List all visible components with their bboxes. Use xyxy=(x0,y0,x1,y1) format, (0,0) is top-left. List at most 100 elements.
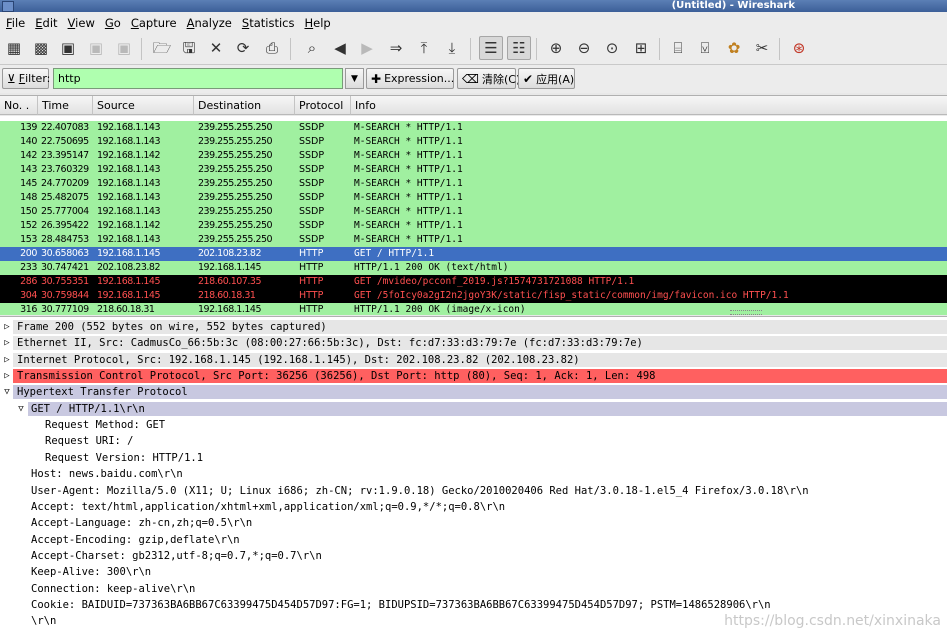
print-icon[interactable]: ⎙ xyxy=(261,37,283,59)
clear-filter-button[interactable]: ⌫ 清除(C) xyxy=(457,68,520,89)
menu-capture[interactable]: Capture xyxy=(127,16,183,30)
packet-cell-time: 30.777109 xyxy=(41,304,89,315)
toolbar-separator xyxy=(779,38,780,60)
go-first-packet-icon[interactable]: ⤒ xyxy=(413,37,435,59)
restart-capture-icon[interactable]: ▣ xyxy=(113,37,135,59)
expander-open-icon[interactable]: ▽ xyxy=(16,401,26,417)
menu-go[interactable]: Go xyxy=(101,16,127,30)
window-menu-icon[interactable] xyxy=(2,1,14,12)
interface-list-icon[interactable]: ▦ xyxy=(3,37,25,59)
detail-tree-row[interactable]: ▽ Hypertext Transfer Protocol xyxy=(0,384,947,400)
column-header-source[interactable]: Source xyxy=(93,96,194,115)
menu-edit[interactable]: Edit xyxy=(31,16,63,30)
packet-row[interactable]: 139 22.407083 192.168.1.143 239.255.255.250… xyxy=(0,121,947,135)
packet-row[interactable]: 316 30.777109 218.60.18.31 192.168.1.145 HTT… xyxy=(0,303,947,315)
menu-file[interactable]: File xyxy=(2,16,31,30)
packet-cell-src: 192.168.1.145 xyxy=(97,276,161,287)
expander-closed-icon[interactable]: ▷ xyxy=(2,319,12,335)
packet-row[interactable]: 200 30.658063 192.168.1.145 202.108.23.82 HT… xyxy=(0,247,947,261)
detail-tree-row[interactable]: Host: news.baidu.com\r\n xyxy=(0,466,947,482)
detail-tree-row[interactable]: User-Agent: Mozilla/5.0 (X11; U; Linux i… xyxy=(0,483,947,499)
detail-tree-row[interactable]: Cookie: BAIDUID=737363BA6BB67C63399475D4… xyxy=(0,597,947,613)
stop-capture-icon[interactable]: ▣ xyxy=(85,37,107,59)
filter-history-dropdown[interactable]: ▼ xyxy=(345,68,364,89)
detail-tree-row[interactable]: Accept: text/html,application/xhtml+xml,… xyxy=(0,499,947,515)
packet-row[interactable]: 286 30.755351 192.168.1.145 218.60.107.35 HT… xyxy=(0,275,947,289)
go-last-packet-icon[interactable]: ⤓ xyxy=(441,37,463,59)
detail-tree-row[interactable]: Request Version: HTTP/1.1 xyxy=(0,450,947,466)
detail-tree-row[interactable]: ▷ Transmission Control Protocol, Src Port… xyxy=(0,368,947,384)
pane-splitter-grip[interactable] xyxy=(730,310,762,315)
packet-cell-no: 233 xyxy=(20,262,37,273)
detail-tree-row[interactable]: ▷ Ethernet II, Src: CadmusCo_66:5b:3c (08… xyxy=(0,335,947,351)
detail-tree-row[interactable]: Keep-Alive: 300\r\n xyxy=(0,564,947,580)
packet-row[interactable]: 148 25.482075 192.168.1.143 239.255.255.250… xyxy=(0,191,947,205)
save-icon[interactable]: 🖫 xyxy=(178,37,200,59)
close-icon[interactable]: ✕ xyxy=(205,37,227,59)
detail-tree-row[interactable]: Accept-Language: zh-cn,zh;q=0.5\r\n xyxy=(0,515,947,531)
menu-analyze[interactable]: Analyze xyxy=(183,16,238,30)
capture-options-icon[interactable]: ▩ xyxy=(30,37,52,59)
detail-tree-row[interactable]: Connection: keep-alive\r\n xyxy=(0,581,947,597)
packet-row[interactable]: 304 30.759844 192.168.1.145 218.60.18.31 HTT… xyxy=(0,289,947,303)
zoom-out-icon[interactable]: ⊖ xyxy=(573,37,595,59)
packet-cell-info: M-SEARCH * HTTP/1.1 xyxy=(354,192,463,203)
zoom-normal-icon[interactable]: ⊙ xyxy=(601,37,623,59)
packet-cell-dst: 239.255.255.250 xyxy=(198,178,273,189)
menu-statistics[interactable]: Statistics xyxy=(238,16,301,30)
reload-icon[interactable]: ⟳ xyxy=(232,37,254,59)
detail-tree-row[interactable]: Request Method: GET xyxy=(0,417,947,433)
toolbar-separator xyxy=(536,38,537,60)
menu-view[interactable]: View xyxy=(64,16,101,30)
detail-tree-row[interactable]: ▷ Internet Protocol, Src: 192.168.1.145 (… xyxy=(0,352,947,368)
column-header-destination[interactable]: Destination xyxy=(194,96,295,115)
packet-row[interactable]: 145 24.770209 192.168.1.143 239.255.255.250… xyxy=(0,177,947,191)
auto-scroll-icon[interactable]: ☷ xyxy=(507,36,531,60)
packet-row[interactable]: 140 22.750695 192.168.1.143 239.255.255.250… xyxy=(0,135,947,149)
packet-row[interactable]: 142 23.395147 192.168.1.142 239.255.255.250… xyxy=(0,149,947,163)
go-back-icon[interactable]: ◀ xyxy=(329,37,351,59)
detail-tree-row[interactable]: Accept-Encoding: gzip,deflate\r\n xyxy=(0,532,947,548)
detail-tree-row[interactable]: ▽ GET / HTTP/1.1\r\n xyxy=(0,401,947,417)
expander-closed-icon[interactable]: ▷ xyxy=(2,368,12,384)
find-packet-icon[interactable]: ⌕ xyxy=(301,37,323,59)
go-to-packet-icon[interactable]: ⇒ xyxy=(385,37,407,59)
packet-row[interactable]: 150 25.777004 192.168.1.143 239.255.255.250… xyxy=(0,205,947,219)
packet-row[interactable]: 153 28.484753 192.168.1.143 239.255.255.250… xyxy=(0,233,947,247)
filter-label-button[interactable]: ⊻ Filter: xyxy=(2,68,50,89)
packet-cell-time: 24.770209 xyxy=(41,178,89,189)
apply-filter-button[interactable]: ✔ 应用(A) xyxy=(518,68,575,89)
open-file-icon[interactable]: 🗁 xyxy=(151,37,173,59)
detail-tree-row[interactable]: Accept-Charset: gb2312,utf-8;q=0.7,*;q=0… xyxy=(0,548,947,564)
column-header-info[interactable]: Info xyxy=(351,96,947,115)
zoom-in-icon[interactable]: ⊕ xyxy=(545,37,567,59)
column-header-no[interactable]: No. . xyxy=(0,96,38,115)
detail-tree-row[interactable]: ▷ Frame 200 (552 bytes on wire, 552 bytes… xyxy=(0,319,947,335)
packet-cell-src: 192.168.1.143 xyxy=(97,122,161,133)
packet-row[interactable]: 143 23.760329 192.168.1.143 239.255.255.250… xyxy=(0,163,947,177)
capture-filters-icon[interactable]: ⌸ xyxy=(667,37,689,59)
menu-help[interactable]: Help xyxy=(300,16,336,30)
preferences-icon[interactable]: ✂ xyxy=(751,37,773,59)
colorize-icon[interactable]: ☰ xyxy=(479,36,503,60)
coloring-rules-icon[interactable]: ✿ xyxy=(723,37,745,59)
expander-closed-icon[interactable]: ▷ xyxy=(2,335,12,351)
detail-text: \r\n xyxy=(31,615,57,628)
column-header-time[interactable]: Time xyxy=(38,96,93,115)
start-capture-icon[interactable]: ▣ xyxy=(57,37,79,59)
packet-cell-no: 143 xyxy=(20,164,37,175)
column-header-protocol[interactable]: Protocol xyxy=(295,96,351,115)
detail-tree-row[interactable]: Request URI: / xyxy=(0,433,947,449)
display-filters-icon[interactable]: ⍌ xyxy=(694,37,716,59)
resize-columns-icon[interactable]: ⊞ xyxy=(630,37,652,59)
detail-text: Accept: text/html,application/xhtml+xml,… xyxy=(31,500,506,513)
help-icon[interactable]: ⊛ xyxy=(788,37,810,59)
filter-input[interactable] xyxy=(53,68,343,89)
expression-button[interactable]: ✚ Expression... xyxy=(366,68,454,89)
detail-text: Request Method: GET xyxy=(45,419,166,432)
go-forward-icon[interactable]: ▶ xyxy=(356,37,378,59)
expander-open-icon[interactable]: ▽ xyxy=(2,384,12,400)
packet-row[interactable]: 152 26.395422 192.168.1.142 239.255.255.250… xyxy=(0,219,947,233)
packet-row[interactable]: 233 30.747421 202.108.23.82 192.168.1.145 HT… xyxy=(0,261,947,275)
expander-closed-icon[interactable]: ▷ xyxy=(2,352,12,368)
